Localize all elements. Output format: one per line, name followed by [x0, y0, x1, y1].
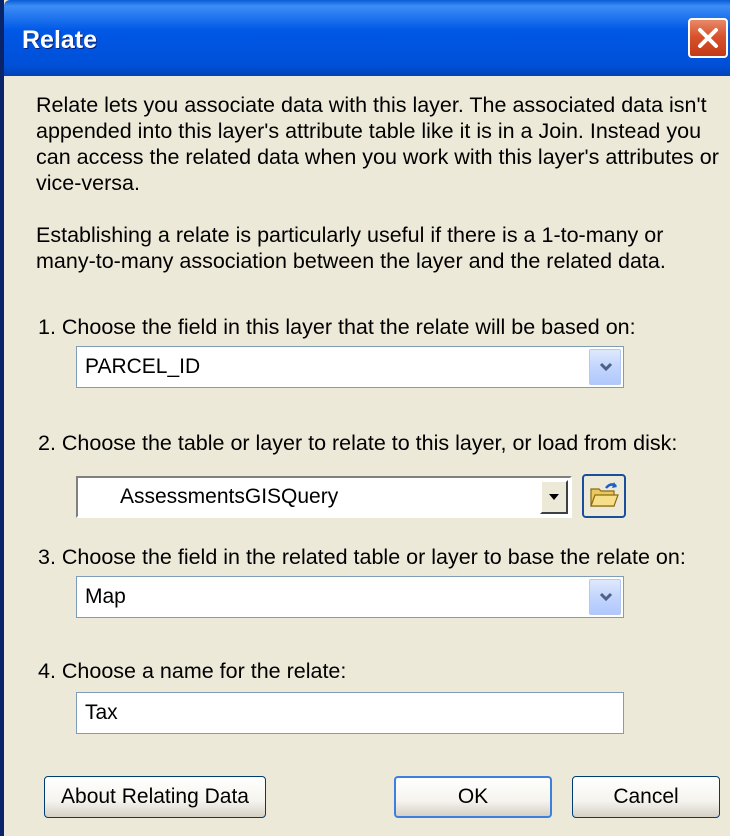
- related-table-dropdown[interactable]: AssessmentsGISQuery: [76, 476, 572, 518]
- chevron-down-icon: [599, 362, 613, 372]
- layer-field-dropdown-button[interactable]: [589, 349, 621, 385]
- close-icon: [698, 28, 718, 48]
- related-table-value: AssessmentsGISQuery: [120, 485, 339, 508]
- related-table-dropdown-button[interactable]: [540, 480, 568, 514]
- window-title: Relate: [22, 26, 98, 54]
- related-field-dropdown-button[interactable]: [589, 579, 621, 615]
- chevron-down-icon: [599, 592, 613, 602]
- title-bar[interactable]: Relate: [4, 0, 730, 76]
- ok-button[interactable]: OK: [394, 776, 552, 818]
- close-button[interactable]: [688, 18, 728, 58]
- relate-dialog: Relate Relate lets you associate data wi…: [0, 0, 730, 836]
- cancel-button[interactable]: Cancel: [572, 776, 720, 818]
- about-relating-data-button[interactable]: About Relating Data: [44, 776, 266, 818]
- triangle-down-icon: [549, 494, 559, 500]
- layer-field-dropdown[interactable]: PARCEL_ID: [76, 346, 624, 388]
- description-paragraph-1: Relate lets you associate data with this…: [36, 93, 719, 195]
- related-field-dropdown[interactable]: Map: [76, 576, 624, 618]
- step2-label: 2. Choose the table or layer to relate t…: [38, 431, 678, 455]
- relate-name-input[interactable]: [76, 692, 624, 734]
- step4-label: 4. Choose a name for the relate:: [38, 659, 347, 683]
- load-from-disk-button[interactable]: [582, 474, 626, 518]
- step3-label: 3. Choose the field in the related table…: [38, 545, 686, 569]
- step1-label: 1. Choose the field in this layer that t…: [38, 315, 636, 339]
- related-field-value: Map: [85, 585, 126, 608]
- layer-field-value: PARCEL_ID: [85, 355, 201, 378]
- open-folder-icon: [590, 482, 619, 507]
- description-paragraph-2: Establishing a relate is particularly us…: [36, 223, 666, 273]
